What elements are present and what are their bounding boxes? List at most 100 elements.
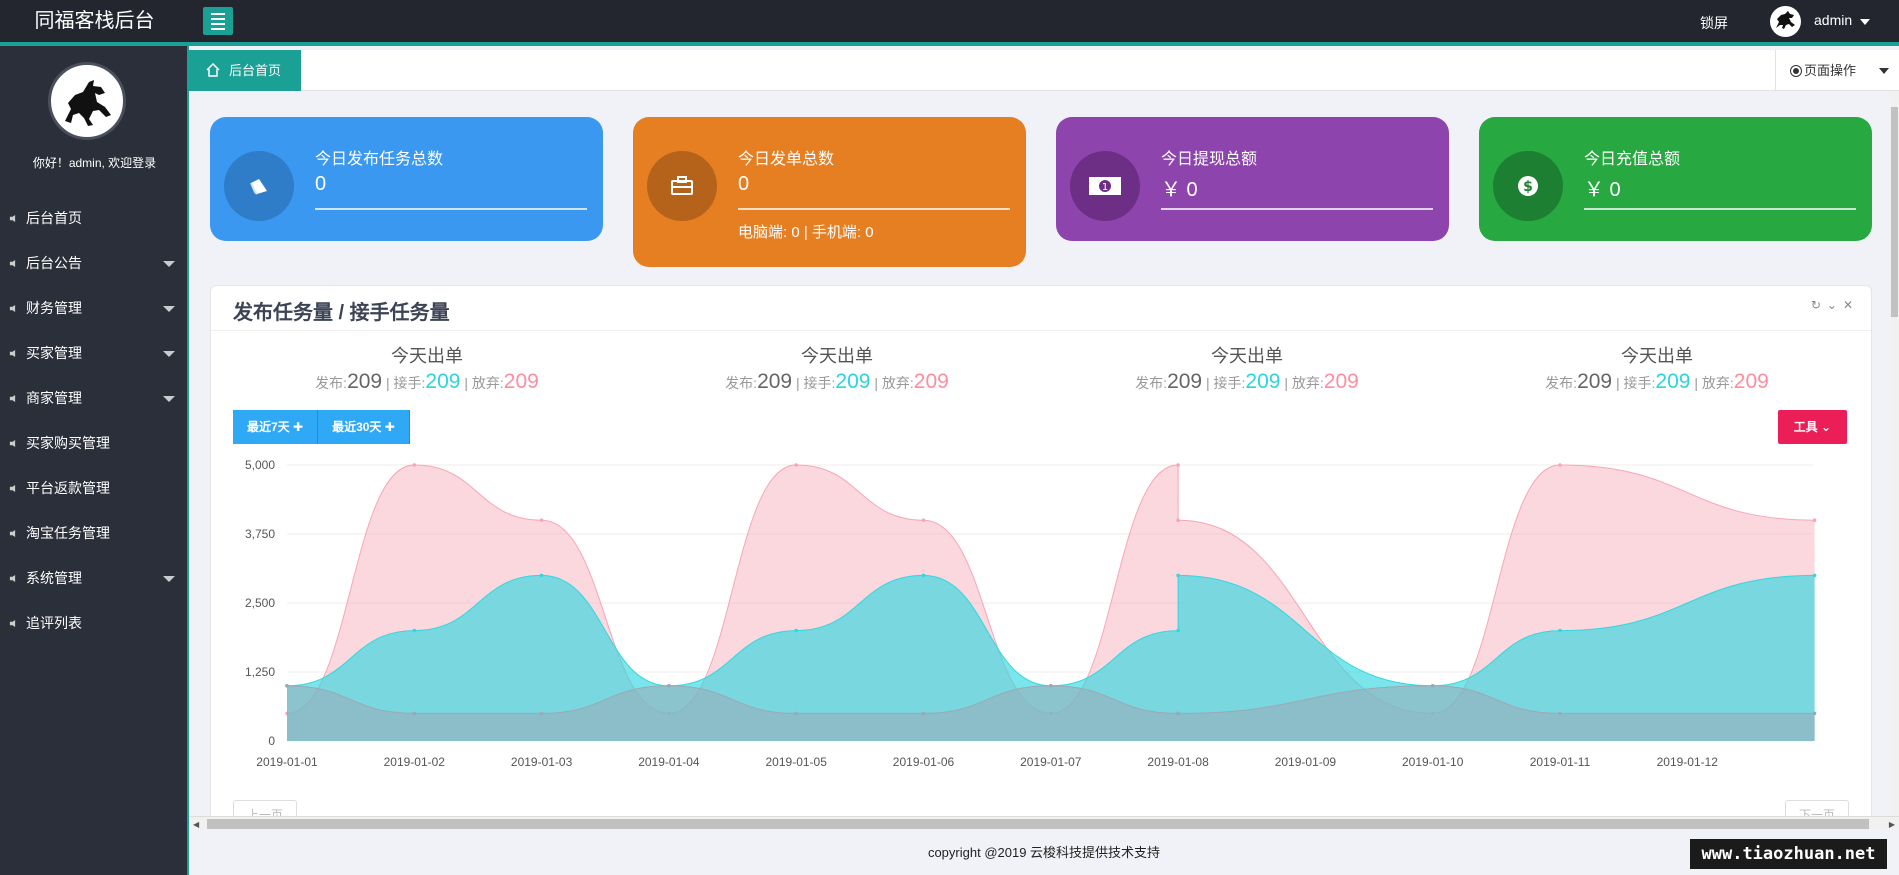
close-icon[interactable]: ✕ [1843,298,1853,312]
sidebar-item-notice[interactable]: 后台公告 [0,241,187,286]
sidebar-item-review[interactable]: 追评列表 [0,601,187,646]
welcome-text: 你好！admin, 欢迎登录 [32,156,157,170]
stat-card-recharge: $ 今日充值总额 ￥ 0 [1479,117,1872,241]
publish-count: 209 [347,370,383,393]
stat-card-orders: 今日发单总数 0 电脑端: 0 | 手机端: 0 [633,117,1026,267]
sidebar-item-buyer[interactable]: 买家管理 [0,331,187,376]
scroll-left-arrow-icon[interactable]: ◀ [193,820,199,829]
collapse-icon[interactable]: ⌄ [1827,298,1837,312]
data-point [1558,463,1562,467]
panel-controls: ↻ ⌄ ✕ [1811,298,1853,312]
sidebar-item-buyer-purchase[interactable]: 买家购买管理 [0,421,187,466]
data-point [1176,573,1180,578]
user-name[interactable]: admin [1814,12,1852,28]
take-count: 209 [425,370,461,393]
scroll-right-arrow-icon[interactable]: ▶ [1889,820,1895,829]
menu-bullet-icon [9,260,16,267]
chevron-down-icon [163,351,175,357]
take-count: 209 [1655,370,1691,393]
chevron-down-icon [163,576,175,582]
y-tick-label: 3,750 [245,527,275,541]
home-icon [206,63,220,77]
top-bar: 同福客栈后台 锁屏 admin [0,0,1899,46]
sidebar-nav: 后台首页 后台公告 财务管理 买家管理 商家管理 买家购买管理 平台返款管理 淘… [0,196,187,646]
take-label: 接手: [1213,375,1246,391]
stat-label: 今日提现总额 [1161,151,1258,168]
tab-home[interactable]: 后台首页 [189,50,301,91]
sidebar-item-label: 商家管理 [26,390,82,406]
last-7-days-button[interactable]: 最近7天 ✚ [233,410,319,444]
x-tick-label: 2019-01-03 [511,755,573,769]
abandon-label: 放弃: [881,375,914,391]
take-label: 接手: [803,375,836,391]
stat-divider [738,208,1010,210]
last-30-days-button[interactable]: 最近30天 ✚ [318,410,410,444]
take-count: 209 [1245,370,1281,393]
dollar-icon: $ [1493,151,1563,221]
summary-block: 今天出单 发布:209 | 接手:209 | 放弃:209 [1507,342,1807,394]
horse-logo-icon [1776,11,1795,29]
abandon-count: 209 [503,370,539,393]
sidebar-item-label: 追评列表 [26,615,82,631]
data-point [412,711,417,716]
data-point [1812,518,1817,522]
summary-title: 今天出单 [801,346,873,366]
data-point [285,684,289,688]
briefcase-icon [647,151,717,221]
data-point [794,463,798,467]
radio-icon [1790,65,1802,77]
sidebar-item-system[interactable]: 系统管理 [0,556,187,601]
menu-bullet-icon [9,305,16,312]
publish-label: 发布: [1135,375,1168,391]
data-point [1430,684,1435,688]
sidebar-item-label: 买家管理 [26,345,82,361]
x-tick-label: 2019-01-01 [256,755,318,769]
data-point [1558,628,1562,633]
stat-subtext: 电脑端: 0 | 手机端: 0 [738,224,874,241]
sidebar-item-merchant[interactable]: 商家管理 [0,376,187,421]
scrollbar-thumb[interactable] [1891,107,1898,317]
user-dropdown-caret-icon[interactable] [1860,19,1870,25]
abandon-count: 209 [1733,370,1769,393]
chevron-down-icon [163,396,175,402]
data-point [412,463,417,467]
data-point [412,628,417,633]
take-count: 209 [835,370,871,393]
data-point [794,628,798,633]
banknote-icon: 1 [1070,151,1140,221]
sidebar-item-finance[interactable]: 财务管理 [0,286,187,331]
abandon-label: 放弃: [1291,375,1324,391]
page-operations-dropdown[interactable]: 页面操作 [1775,50,1899,91]
data-point [539,711,544,716]
menu-bullet-icon [9,350,16,357]
abandon-label: 放弃: [1701,375,1734,391]
refresh-icon[interactable]: ↻ [1811,298,1821,312]
stat-divider [315,208,587,210]
data-point [1049,684,1053,688]
menu-bullet-icon [9,440,16,447]
sidebar-item-home[interactable]: 后台首页 [0,196,187,241]
stat-label: 今日充值总额 [1584,151,1681,168]
sidebar-item-label: 后台首页 [26,210,82,226]
horizontal-scrollbar[interactable]: ◀ ▶ [189,816,1899,830]
panel-divider [211,330,1871,331]
tools-dropdown-button[interactable]: 工具 ⌄ [1777,410,1847,444]
chevron-down-icon [1879,68,1889,74]
sidebar-item-refund[interactable]: 平台返款管理 [0,466,187,511]
scrollbar-thumb[interactable] [207,819,1869,829]
menu-bullet-icon [9,395,16,402]
chart-panel: 发布任务量 / 接手任务量 ↻ ⌄ ✕ 今天出单 发布:209 | 接手:209… [210,285,1872,823]
footer-copyright: copyright @2019 云梭科技提供技术支持 [189,830,1899,875]
lock-screen-link[interactable]: 锁屏 [1700,13,1728,33]
y-tick-label: 5,000 [245,458,275,472]
publish-count: 209 [757,370,793,393]
stat-divider [1584,208,1856,210]
vertical-scrollbar[interactable] [1890,91,1899,816]
summary-title: 今天出单 [1621,346,1693,366]
publish-label: 发布: [725,375,758,391]
menu-toggle-button[interactable] [203,7,233,35]
sidebar-item-taobao-task[interactable]: 淘宝任务管理 [0,511,187,556]
stat-value: 0 [738,173,750,195]
user-avatar[interactable] [1770,6,1801,37]
data-point [539,518,544,522]
